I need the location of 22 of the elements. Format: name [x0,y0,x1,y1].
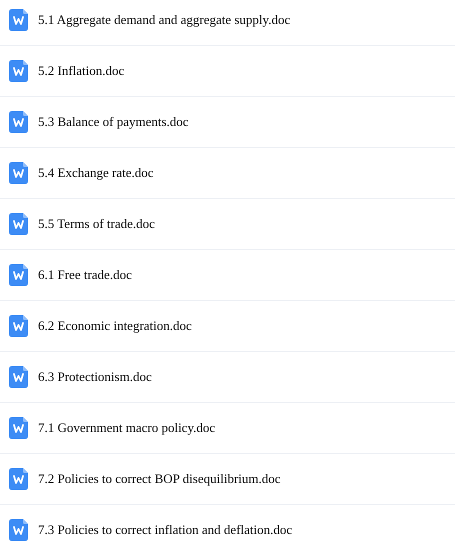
file-name[interactable]: 7.2 Policies to correct BOP disequilibrium.doc [38,471,281,487]
file-name[interactable]: 6.1 Free trade.doc [38,267,132,283]
file-name[interactable]: 7.3 Policies to correct inflation and deflation.doc [38,522,292,538]
file-name[interactable]: 6.3 Protectionism.doc [38,369,152,385]
document-icon [9,264,28,286]
file-name[interactable]: 5.2 Inflation.doc [38,63,124,79]
document-icon [9,417,28,439]
document-icon [9,315,28,337]
document-icon [9,519,28,541]
file-name[interactable]: 6.2 Economic integration.doc [38,318,192,334]
document-icon [9,468,28,490]
document-icon [9,60,28,82]
document-icon [9,111,28,133]
file-name[interactable]: 5.4 Exchange rate.doc [38,165,154,181]
file-name[interactable]: 5.1 Aggregate demand and aggregate supply.doc [38,12,290,28]
file-name[interactable]: 7.1 Government macro policy.doc [38,420,216,436]
file-name[interactable]: 5.3 Balance of payments.doc [38,114,189,130]
document-icon [9,366,28,388]
file-name[interactable]: 5.5 Terms of trade.doc [38,216,155,232]
document-icon [9,213,28,235]
document-icon [9,162,28,184]
document-icon [9,9,28,31]
